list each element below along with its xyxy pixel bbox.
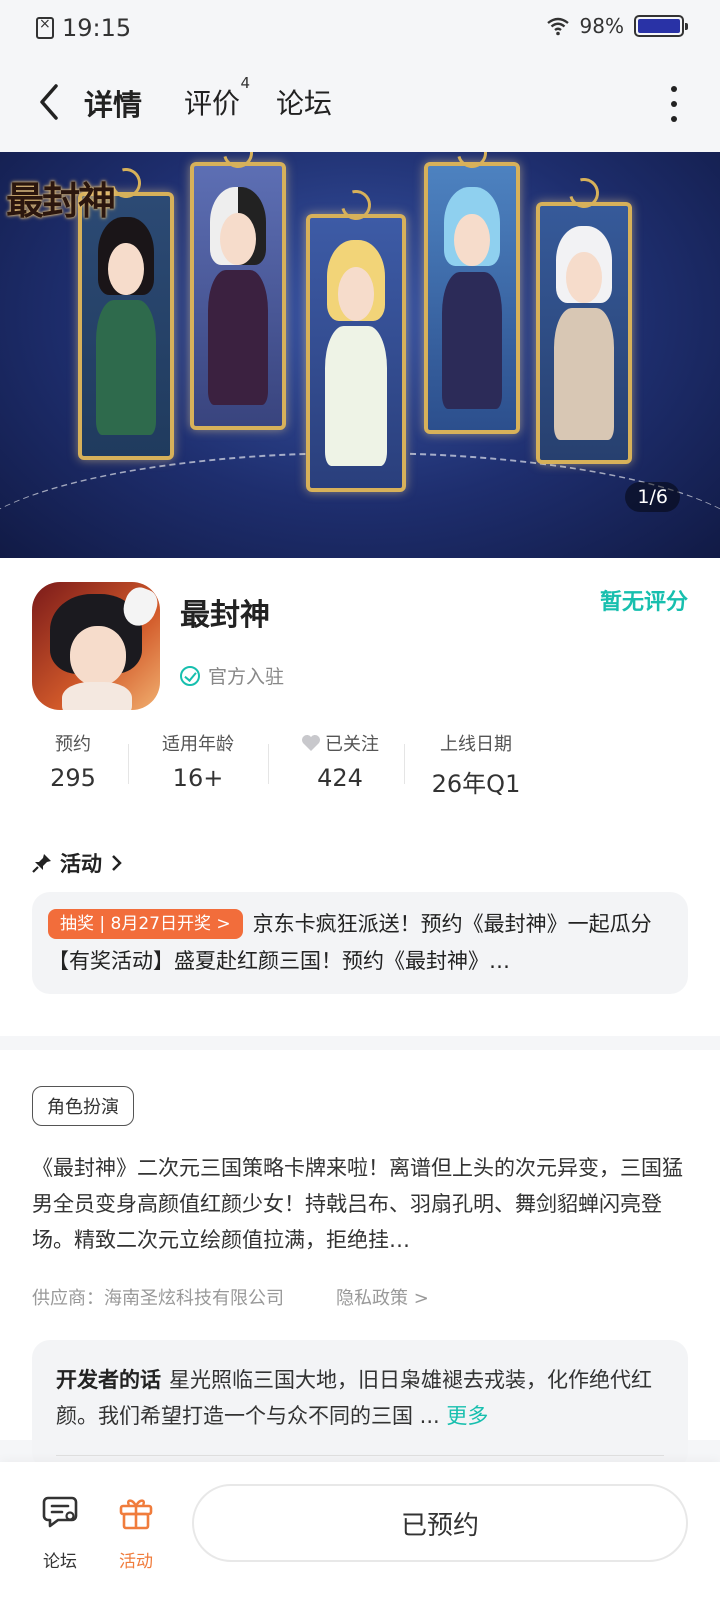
sim-off-icon: [36, 16, 54, 39]
carousel-pager: 1/6: [625, 482, 680, 512]
official-badge: 官方入驻: [180, 662, 284, 689]
battery-icon: [634, 15, 688, 37]
supplier-label: 供应商：海南圣炫科技有限公司: [32, 1288, 284, 1309]
description-text[interactable]: 《最封神》二次元三国策略卡牌来啦！离谱但上头的次元异变，三国猛男全员变身高颜值红…: [32, 1150, 688, 1258]
activity-title: 活动: [60, 852, 102, 876]
developer-note-title: 开发者的话: [56, 1368, 161, 1392]
top-nav: 详情 评价 4 论坛: [0, 56, 720, 152]
tab-review[interactable]: 评价 4: [184, 74, 250, 122]
check-circle-icon: [180, 665, 200, 686]
game-logo: 最封神: [6, 178, 116, 223]
back-arrow-icon[interactable]: [34, 82, 66, 122]
divider: [268, 744, 269, 784]
character-card-3: [306, 214, 406, 492]
status-bar: 19:15 98%: [0, 0, 720, 56]
privacy-policy-link[interactable]: 隐私政策 >: [336, 1284, 429, 1310]
forum-label: 论坛: [43, 1552, 77, 1572]
lottery-tag: 抽奖 | 8月27日开奖 >: [48, 909, 243, 939]
more-dots-icon[interactable]: [664, 86, 684, 122]
stat-value: 26年Q1: [431, 770, 521, 798]
forum-button[interactable]: 论坛: [30, 1492, 90, 1572]
stat-label: 适用年龄: [162, 734, 234, 755]
tab-forum[interactable]: 论坛: [276, 82, 332, 122]
description-section: 角色扮演 《最封神》二次元三国策略卡牌来啦！离谱但上头的次元异变，三国猛男全员变…: [0, 1050, 720, 1470]
stat-followers[interactable]: 已关注 424: [290, 730, 390, 792]
stat-release-date: 上线日期 26年Q1: [426, 730, 526, 799]
chat-bubble-icon: [42, 1496, 78, 1528]
activity-card[interactable]: 抽奖 | 8月27日开奖 > 京东卡疯狂派送！预约《最封神》一起瓜分 【有奖活动】…: [32, 892, 688, 994]
tab-detail-label: 详情: [84, 88, 143, 122]
official-label: 官方入驻: [208, 666, 285, 688]
reserved-button[interactable]: 已预约: [192, 1484, 688, 1562]
character-card-2: [190, 162, 286, 430]
divider: [56, 1455, 664, 1456]
stat-value: 295: [50, 764, 96, 792]
wifi-icon: [546, 17, 569, 36]
divider: [128, 744, 129, 784]
character-card-4: [424, 162, 520, 434]
tab-review-label: 评价: [184, 87, 241, 120]
screenshot-carousel[interactable]: 最封神 1/6: [0, 152, 720, 558]
tab-detail[interactable]: 详情: [80, 82, 147, 124]
divider: [404, 744, 405, 784]
status-time: 19:15: [62, 14, 132, 42]
app-info-section: 最封神 暂无评分 官方入驻 预约 295 适用年龄 16+ 已关注 424 上线…: [0, 558, 720, 1036]
bottom-action-bar: 论坛 活动 已预约: [0, 1462, 720, 1605]
developer-note[interactable]: 开发者的话 星光照临三国大地，旧日枭雄褪去戎装，化作绝代红颜。我们希望打造一个与众…: [32, 1340, 688, 1470]
status-right: 98%: [546, 14, 688, 38]
genre-tag[interactable]: 角色扮演: [32, 1086, 134, 1126]
character-card-5: [536, 202, 632, 464]
heart-icon: [302, 735, 320, 751]
tab-forum-label: 论坛: [276, 87, 333, 120]
stat-reservations: 预约 295: [32, 730, 114, 792]
stats-row: 预约 295 适用年龄 16+ 已关注 424 上线日期 26年Q1: [32, 730, 552, 810]
review-count-badge: 4: [240, 74, 251, 92]
app-name: 最封神: [180, 598, 270, 633]
gift-icon: [119, 1499, 153, 1530]
activity-button[interactable]: 活动: [106, 1492, 166, 1572]
stat-label: 上线日期: [440, 734, 512, 755]
battery-percentage: 98%: [579, 14, 624, 38]
more-link[interactable]: 更多: [446, 1404, 488, 1428]
activity-header[interactable]: 活动: [32, 848, 124, 878]
rating-label: 暂无评分: [599, 590, 688, 615]
chevron-right-icon: [112, 855, 122, 871]
activity-label: 活动: [119, 1552, 153, 1572]
stat-label: 预约: [55, 734, 91, 755]
status-left: 19:15: [36, 14, 131, 42]
app-icon: [32, 582, 160, 710]
character-card-1: [78, 192, 174, 460]
stat-value: 16+: [172, 764, 224, 792]
stat-value: 424: [317, 764, 363, 792]
pin-icon: [32, 854, 51, 873]
stat-label: 已关注: [325, 734, 379, 755]
stat-age-rating: 适用年龄 16+: [148, 730, 248, 792]
